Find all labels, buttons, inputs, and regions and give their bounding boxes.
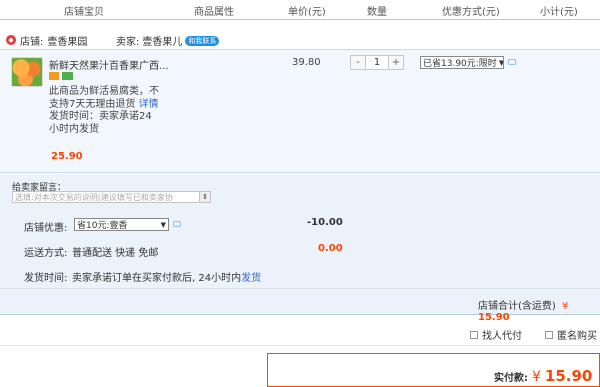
header-shop-item: 店铺宝贝 [64, 7, 104, 18]
table-header: 店铺宝贝 商品属性 单价(元) 数量 优惠方式(元) 小计(元) [0, 0, 600, 18]
shipping-label: 运送方式: [24, 248, 68, 259]
seller-label: 卖家: [116, 37, 140, 48]
header-divider [0, 19, 600, 20]
proxy-pay-checkbox[interactable] [470, 330, 478, 339]
delivery-label: 发货时间: [24, 273, 68, 284]
proxy-pay-label: 找人代付 [482, 331, 522, 342]
header-discount: 优惠方式(元) [442, 7, 500, 18]
shop-info: ◆ 店铺: 壹香果园 [6, 33, 87, 48]
credit-card-icon [49, 72, 59, 80]
header-quantity: 数量 [367, 7, 387, 18]
pay-label: 实付款: [494, 373, 528, 384]
discount-select[interactable]: 已省13.90元:限时 ▼ [420, 56, 504, 69]
quantity-input[interactable]: 1 [365, 56, 389, 69]
delivery-time: 卖家承诺订单在买家付款后, 24小时内发货 [72, 269, 261, 284]
product-notice: 此商品为鲜活易腐类，不支持7天无理由退货 详情 发货时间：卖家承诺24小时内发货 [49, 86, 161, 136]
unit-price: 39.80 [292, 57, 321, 68]
currency-symbol: ¥ [562, 301, 569, 312]
pay-currency: ¥ [532, 369, 541, 385]
shop-discount-amount: -10.00 [307, 217, 343, 228]
chevron-down-icon: ▼ [160, 220, 166, 229]
discount-select-value: 已省13.90元:限时 [423, 59, 497, 69]
chevron-down-icon: ▼ [498, 58, 504, 67]
discount-info-icon[interactable] [508, 59, 516, 65]
proxy-pay-option[interactable]: 找人代付 [470, 327, 522, 342]
message-scroll-icon[interactable]: ⇕ [199, 191, 211, 203]
shop-total-label: 店铺合计(含运费) [478, 301, 556, 312]
anonymous-label: 匿名购买 [557, 331, 597, 342]
details-link[interactable]: 详情 [139, 99, 159, 110]
shop-total: 店铺合计(含运费) ¥ 15.90 [478, 297, 600, 323]
divider [0, 345, 600, 346]
shop-icon: ◆ [6, 35, 16, 45]
product-title-link[interactable]: 新鲜天然果汁百香果广西... [49, 57, 169, 72]
anonymous-checkbox[interactable] [545, 330, 553, 339]
anonymous-option[interactable]: 匿名购买 [545, 327, 597, 342]
header-subtotal: 小计(元) [540, 7, 578, 18]
seller-info: 卖家: 壹香果儿 和我联系 [116, 33, 220, 48]
contact-seller-button[interactable]: 和我联系 [185, 35, 220, 46]
item-price: 25.90 [51, 151, 83, 162]
shipping-amount: 0.00 [318, 243, 343, 254]
shop-discount-info-icon[interactable] [173, 221, 181, 227]
delivery-time-text: 卖家承诺订单在买家付款后, 24小时内 [72, 273, 242, 284]
service-badge-icon [62, 72, 73, 80]
delivery-link[interactable]: 发货 [241, 273, 261, 284]
shipping-method: 普通配送 快递 免邮 [72, 248, 159, 259]
quantity-decrease-button[interactable]: - [351, 56, 365, 69]
shop-discount-label: 店铺优惠: [24, 223, 68, 234]
seller-name: 壹香果儿 [142, 37, 183, 48]
payment-total: 实付款: ¥ 15.90 [494, 367, 592, 385]
quantity-stepper: - 1 + [350, 55, 404, 70]
pay-amount: 15.90 [544, 367, 593, 385]
header-unit-price: 单价(元) [288, 7, 326, 18]
shop-total-amount: 15.90 [478, 312, 510, 323]
shop-discount-select[interactable]: 省10元:壹香 ▼ [74, 218, 169, 231]
shop-discount-value: 省10元:壹香 [77, 221, 128, 231]
shop-name-link[interactable]: 壹香果园 [47, 33, 87, 48]
quantity-increase-button[interactable]: + [389, 56, 403, 69]
seller-message-input[interactable]: 选填:对本次交易的说明(建议填写已和卖家协 [12, 191, 211, 203]
product-thumbnail[interactable] [11, 57, 43, 87]
ship-time-text: 发货时间：卖家承诺24小时内发货 [49, 111, 152, 135]
shop-label: 店铺: [20, 36, 44, 48]
header-props: 商品属性 [194, 7, 234, 18]
